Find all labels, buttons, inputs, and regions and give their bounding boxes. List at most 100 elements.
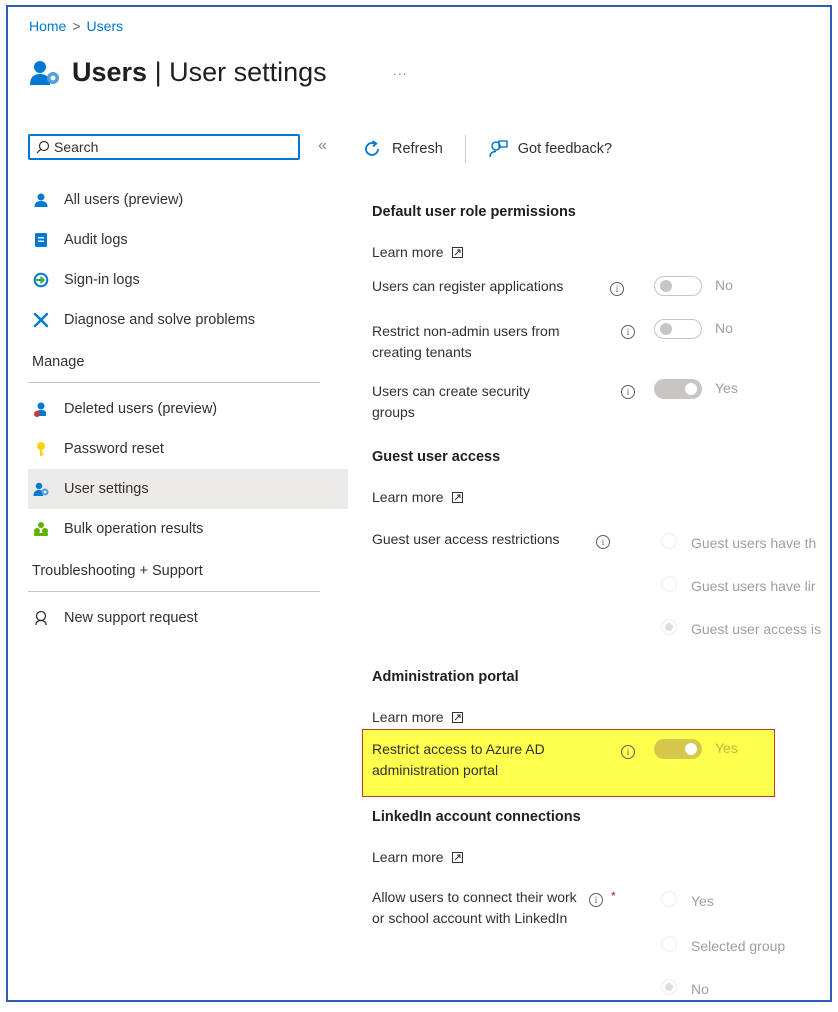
user-settings-icon [30, 61, 59, 85]
page-header: Users | User settings [28, 55, 327, 89]
key-icon [32, 440, 50, 458]
sidebar-item-diagnose[interactable]: Diagnose and solve problems [28, 300, 348, 340]
refresh-button[interactable]: Refresh [362, 139, 443, 159]
feedback-label: Got feedback? [517, 141, 613, 157]
toggle-restrict-tenants[interactable] [654, 319, 702, 339]
sidebar-nav: All users (preview) Audit logs Sign-in l… [28, 180, 348, 638]
learn-more-label: Learn more [372, 244, 444, 260]
breadcrumb-separator: > [72, 18, 81, 34]
external-link-icon [451, 711, 463, 723]
divider [28, 382, 320, 383]
radio-label: Yes [691, 893, 714, 909]
radio-label: No [691, 981, 709, 997]
learn-more-link[interactable]: Learn more [372, 244, 463, 260]
search-icon [36, 140, 50, 154]
toggle-knob [685, 383, 697, 395]
search-placeholder: Search [54, 139, 99, 155]
sidebar-item-user-settings[interactable]: User settings [28, 469, 348, 509]
toggle-knob [660, 280, 672, 292]
sidebar-item-label: Sign-in logs [64, 272, 140, 288]
sidebar-item-label: Password reset [64, 441, 164, 457]
sidebar-item-label: User settings [64, 481, 149, 497]
setting-label-security-groups: Users can create security groups [372, 383, 530, 420]
section-manage: Manage [32, 354, 85, 370]
info-icon[interactable]: i [621, 385, 635, 399]
refresh-label: Refresh [392, 141, 443, 157]
sidebar-item-label: Deleted users (preview) [64, 401, 218, 417]
info-icon[interactable]: i [610, 282, 624, 296]
radio-linkedin-selected-group[interactable] [661, 936, 677, 952]
toggle-value: No [715, 320, 733, 336]
sidebar-item-label: Bulk operation results [64, 521, 204, 537]
heading-guest-access: Guest user access [372, 449, 501, 465]
sidebar-item-label: Audit logs [64, 232, 128, 248]
sidebar-item-all-users[interactable]: All users (preview) [28, 180, 348, 220]
sidebar-item-bulk-operations[interactable]: Bulk operation results [28, 509, 348, 549]
radio-guest-option-3[interactable] [661, 619, 677, 635]
radio-linkedin-yes[interactable] [661, 891, 677, 907]
toggle-knob [685, 743, 697, 755]
heading-linkedin: LinkedIn account connections [372, 809, 581, 825]
setting-label-register-apps: Users can register applications [372, 278, 564, 294]
heading-default-permissions: Default user role permissions [372, 204, 576, 220]
learn-more-link[interactable]: Learn more [372, 489, 463, 505]
command-bar: Refresh Got feedback? [362, 131, 634, 167]
heading-admin-portal: Administration portal [372, 669, 519, 685]
divider [28, 591, 320, 592]
section-support: Troubleshooting + Support [32, 563, 203, 579]
toolbar-divider [464, 135, 466, 163]
sidebar-item-sign-in-logs[interactable]: Sign-in logs [28, 260, 348, 300]
toggle-restrict-admin-portal[interactable] [654, 739, 702, 759]
sidebar-item-label: New support request [64, 610, 198, 626]
radio-label: Selected group [691, 938, 786, 954]
more-options-button[interactable]: ... [393, 62, 408, 78]
radio-guest-option-2[interactable] [661, 576, 677, 592]
wrench-icon [32, 311, 50, 329]
collapse-sidebar-button[interactable]: « [318, 137, 327, 155]
toggle-knob [660, 323, 672, 335]
toggle-register-apps[interactable] [654, 276, 702, 296]
external-link-icon [451, 246, 463, 258]
support-icon [32, 609, 50, 627]
sidebar-item-label: Diagnose and solve problems [64, 312, 256, 328]
radio-guest-option-1[interactable] [661, 533, 677, 549]
breadcrumb-home[interactable]: Home [29, 18, 66, 34]
info-icon[interactable]: i [596, 535, 610, 549]
toggle-value: Yes [715, 740, 738, 756]
refresh-icon [365, 140, 379, 156]
feedback-button[interactable]: Got feedback? [488, 139, 612, 159]
sidebar-item-deleted-users[interactable]: Deleted users (preview) [28, 389, 348, 429]
setting-label-restrict-admin-portal: Restrict access to Azure AD administrati… [372, 741, 545, 778]
window-frame: Home > Users Users | User settings ... Sea… [6, 5, 832, 1002]
setting-label-restrict-tenants: Restrict non-admin users from creating t… [372, 323, 560, 360]
radio-label: Guest user access is [691, 621, 821, 637]
sign-in-icon [32, 271, 50, 289]
sidebar-item-label: All users (preview) [64, 192, 184, 208]
info-icon[interactable]: i [621, 325, 635, 339]
breadcrumb: Home > Users [29, 18, 123, 34]
sidebar-item-password-reset[interactable]: Password reset [28, 429, 348, 469]
external-link-icon [451, 851, 463, 863]
sidebar-item-new-support-request[interactable]: New support request [28, 598, 348, 638]
page-title: Users | User settings [72, 56, 327, 87]
info-icon[interactable]: i [621, 745, 635, 759]
toggle-security-groups[interactable] [654, 379, 702, 399]
search-input[interactable]: Search [28, 134, 300, 160]
learn-more-link[interactable]: Learn more [372, 849, 463, 865]
deleted-user-icon [32, 400, 50, 418]
audit-log-icon [32, 231, 50, 249]
external-link-icon [451, 491, 463, 503]
user-settings-icon [32, 480, 50, 498]
toggle-value: No [715, 277, 733, 293]
learn-more-label: Learn more [372, 489, 444, 505]
user-icon [32, 191, 50, 209]
learn-more-label: Learn more [372, 709, 444, 725]
radio-label: Guest users have th [691, 535, 817, 551]
setting-label-guest-restrictions: Guest user access restrictions [372, 531, 560, 547]
sidebar-item-audit-logs[interactable]: Audit logs [28, 220, 348, 260]
toggle-value: Yes [715, 380, 738, 396]
info-icon[interactable]: i [589, 893, 603, 907]
breadcrumb-users[interactable]: Users [87, 18, 124, 34]
learn-more-link[interactable]: Learn more [372, 709, 463, 725]
radio-linkedin-no[interactable] [661, 979, 677, 995]
